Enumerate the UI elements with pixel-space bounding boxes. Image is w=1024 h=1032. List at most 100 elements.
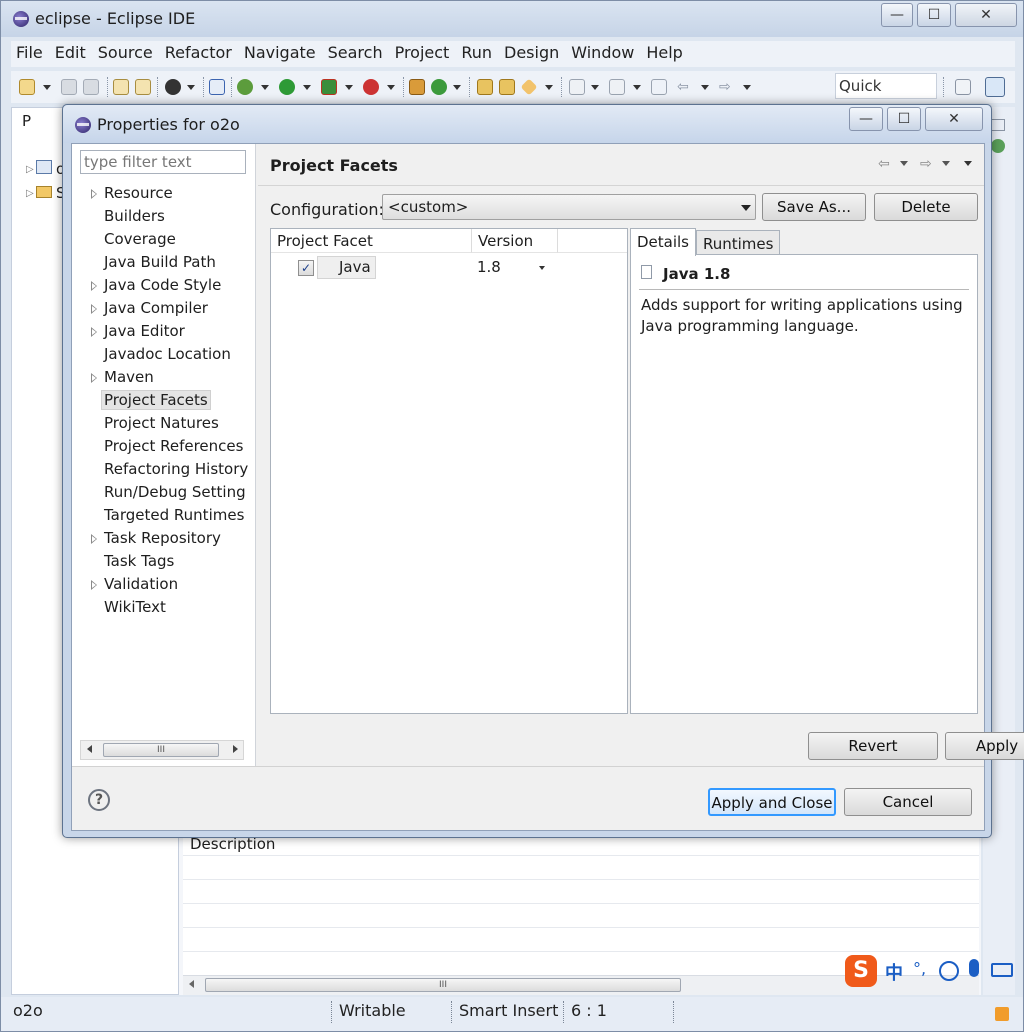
save-all-icon[interactable] [83, 79, 99, 95]
forward-dropdown-icon[interactable] [743, 85, 751, 90]
external-tools-icon[interactable] [363, 79, 379, 95]
save-icon[interactable] [61, 79, 77, 95]
scroll-left-icon[interactable] [189, 980, 194, 988]
new-icon[interactable] [19, 79, 35, 95]
configuration-select[interactable]: <custom> [382, 194, 756, 220]
explorer-tab-label[interactable]: P [22, 112, 31, 130]
tree-item[interactable]: Java Editor [72, 320, 256, 343]
run-dropdown-icon[interactable] [303, 85, 311, 90]
microphone-icon[interactable] [969, 959, 979, 977]
expand-arrow-icon[interactable] [91, 373, 97, 383]
expand-arrow-icon[interactable] [91, 534, 97, 544]
menu-file[interactable]: File [11, 41, 48, 65]
menu-run[interactable]: Run [456, 41, 497, 65]
help-icon[interactable]: ? [88, 789, 110, 811]
column-header-version[interactable]: Version [472, 229, 558, 253]
forward-icon[interactable]: ⇨ [719, 79, 735, 95]
back-dropdown-icon[interactable] [701, 85, 709, 90]
tab-runtimes[interactable]: Runtimes [696, 230, 781, 256]
minimize-button[interactable]: — [881, 3, 913, 27]
menu-refactor[interactable]: Refactor [160, 41, 237, 65]
skip-breakpoints-icon[interactable] [209, 79, 225, 95]
expand-arrow-icon[interactable]: ▷ [26, 164, 34, 175]
next-annotation-dropdown-icon[interactable] [591, 85, 599, 90]
back-dropdown-icon[interactable] [900, 161, 908, 166]
profile-icon[interactable] [165, 79, 181, 95]
back-icon[interactable]: ⇦ [677, 79, 693, 95]
tree-horizontal-scrollbar[interactable]: III [80, 740, 244, 760]
menu-window[interactable]: Window [566, 41, 639, 65]
back-icon[interactable]: ⇦ [878, 156, 890, 172]
table-row[interactable]: ✓ Java 1.8 [271, 255, 627, 281]
tree-item[interactable]: Java Build Path [72, 251, 256, 274]
maximize-button[interactable]: ☐ [917, 3, 951, 27]
menu-help[interactable]: Help [641, 41, 687, 65]
tree-item[interactable]: WikiText [72, 596, 256, 619]
tree-item[interactable]: Refactoring History [72, 458, 256, 481]
cancel-button[interactable]: Cancel [844, 788, 972, 816]
menu-design[interactable]: Design [499, 41, 564, 65]
facet-name[interactable]: Java [317, 256, 376, 279]
rss-icon[interactable] [995, 1007, 1009, 1021]
sogou-ime-logo-icon[interactable]: S [845, 955, 877, 987]
debug-icon[interactable] [237, 79, 253, 95]
ime-chinese-mode[interactable]: 中 [885, 959, 903, 985]
facet-checkbox[interactable]: ✓ [298, 260, 314, 276]
menu-search[interactable]: Search [323, 41, 388, 65]
java-perspective-icon[interactable] [985, 77, 1005, 97]
tab-details[interactable]: Details [630, 228, 697, 256]
tree-item[interactable]: Project Natures [72, 412, 256, 435]
coverage-dropdown-icon[interactable] [345, 85, 353, 90]
tree-item[interactable]: Project Facets [72, 389, 256, 412]
version-dropdown-icon[interactable] [539, 266, 545, 270]
close-button[interactable]: ✕ [955, 3, 1017, 27]
new-java-class-icon[interactable] [431, 79, 447, 95]
open-task-icon[interactable] [520, 78, 538, 96]
open-type-icon[interactable] [477, 79, 493, 95]
keyboard-icon[interactable] [991, 963, 1013, 977]
revert-button[interactable]: Revert [808, 732, 938, 760]
quick-access-input[interactable]: Quick Access [835, 73, 937, 119]
tree-item[interactable]: Project References [72, 435, 256, 458]
dialog-close-button[interactable]: ✕ [925, 107, 983, 131]
expand-arrow-icon[interactable] [91, 189, 97, 199]
tree-item[interactable]: Targeted Runtimes [72, 504, 256, 527]
minimized-view-icon[interactable] [991, 139, 1005, 153]
next-annotation-icon[interactable] [569, 79, 585, 95]
open-perspective-icon[interactable] [955, 79, 971, 95]
prev-annotation-icon[interactable] [609, 79, 625, 95]
last-edit-icon[interactable] [651, 79, 667, 95]
forward-icon[interactable]: ⇨ [920, 156, 932, 172]
scroll-right-icon[interactable] [233, 745, 238, 753]
menu-project[interactable]: Project [390, 41, 455, 65]
apply-and-close-button[interactable]: Apply and Close [708, 788, 836, 816]
new-class-dropdown-icon[interactable] [453, 85, 461, 90]
tree-item[interactable]: Javadoc Location [72, 343, 256, 366]
facet-version[interactable]: 1.8 [477, 258, 501, 276]
dialog-minimize-button[interactable]: — [849, 107, 883, 131]
coverage-icon[interactable] [321, 79, 337, 95]
external-tools-dropdown-icon[interactable] [387, 85, 395, 90]
scrollbar-thumb[interactable]: III [205, 978, 681, 992]
dialog-maximize-button[interactable]: ☐ [887, 107, 921, 131]
new-java-package-icon[interactable] [409, 79, 425, 95]
emoji-icon[interactable] [939, 961, 959, 981]
tree-item[interactable]: Resource [72, 182, 256, 205]
run-icon[interactable] [279, 79, 295, 95]
tree-item[interactable]: Validation [72, 573, 256, 596]
view-menu-icon[interactable] [964, 161, 972, 166]
tree-item[interactable]: Java Code Style [72, 274, 256, 297]
punctuation-icon[interactable]: °, [913, 959, 926, 978]
new-dropdown-icon[interactable] [43, 85, 51, 90]
minimized-view-icon[interactable] [991, 119, 1005, 131]
profile-dropdown-icon[interactable] [187, 85, 195, 90]
scroll-left-icon[interactable] [87, 745, 92, 753]
tree-item[interactable]: Java Compiler [72, 297, 256, 320]
menu-navigate[interactable]: Navigate [239, 41, 321, 65]
open-folder-icon[interactable] [499, 79, 515, 95]
column-header-project-facet[interactable]: Project Facet [271, 229, 472, 253]
tree-item[interactable]: Task Tags [72, 550, 256, 573]
scrollbar-thumb[interactable]: III [103, 743, 219, 757]
history-icon[interactable] [113, 79, 129, 95]
expand-arrow-icon[interactable] [91, 304, 97, 314]
